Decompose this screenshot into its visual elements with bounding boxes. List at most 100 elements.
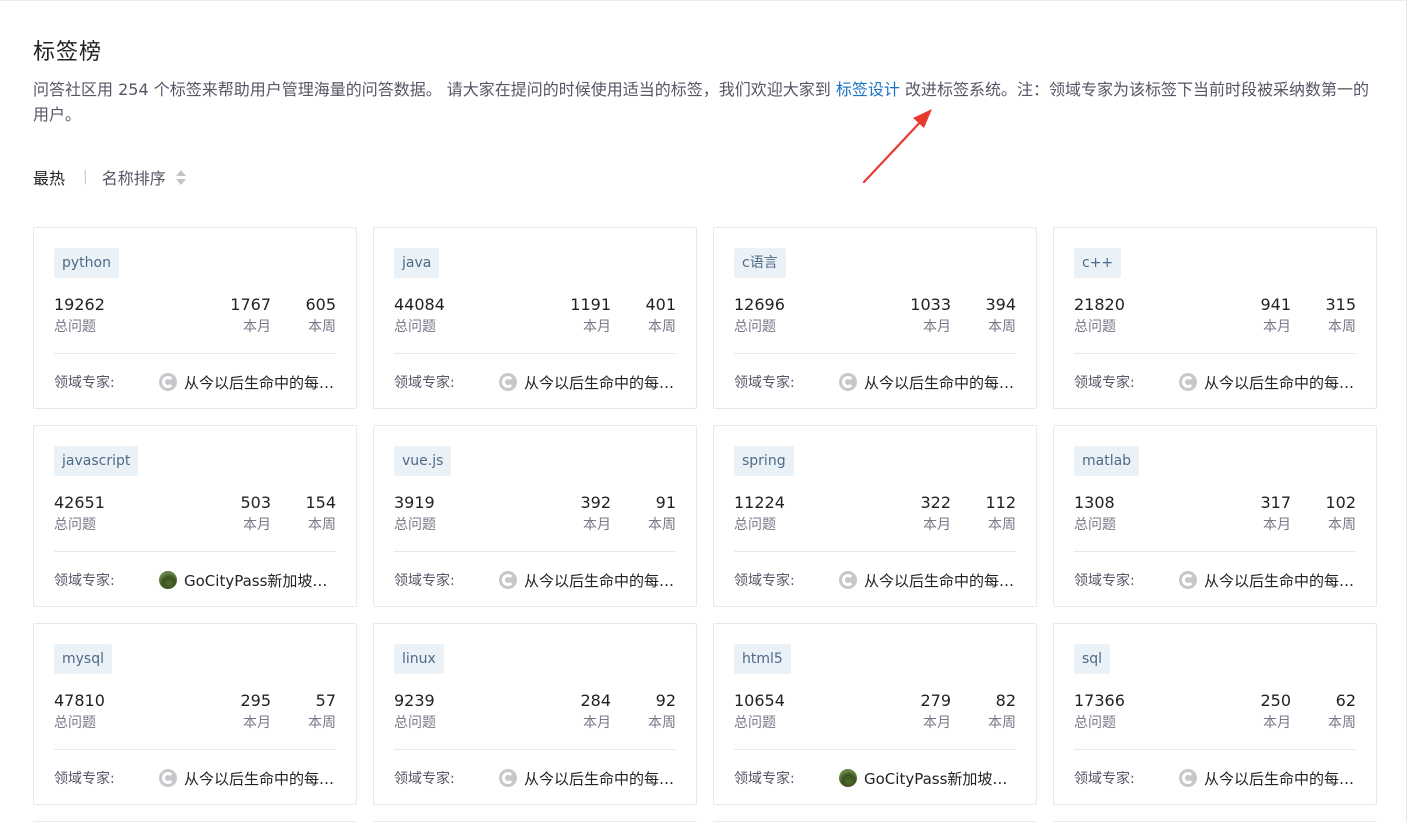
expert-label: 领域专家:: [54, 573, 115, 589]
stat-total: 11224 总问题: [734, 492, 785, 536]
avatar[interactable]: [499, 571, 517, 589]
expert-name[interactable]: 从今以后生命中的每一天: [1204, 768, 1356, 789]
tag-label[interactable]: spring: [734, 446, 794, 476]
tag-card[interactable]: c语言 12696 总问题 1033 本月 394 本周 领域专家: 从今以后生命中的每一天: [713, 227, 1037, 409]
month-label: 本月: [243, 715, 271, 731]
expert-name[interactable]: 从今以后生命中的每一天: [864, 570, 1016, 591]
domain-expert: 领域专家: 从今以后生命中的每一天: [54, 370, 336, 394]
tag-label[interactable]: java: [394, 248, 440, 278]
month-count: 1191: [570, 295, 611, 314]
tag-label[interactable]: c++: [1074, 248, 1122, 278]
tag-card[interactable]: mysql 47810 总问题 295 本月 57 本周 领域专家: 从今以后生命中的每一天: [33, 623, 357, 805]
stat-total: 21820 总问题: [1074, 294, 1125, 338]
card-divider: [394, 551, 676, 552]
week-count: 112: [985, 493, 1016, 512]
tag-label[interactable]: python: [54, 248, 119, 278]
tag-card[interactable]: matlab 1308 总问题 317 本月 102 本周 领域专家: 从今以后生命中的每一天: [1053, 425, 1377, 607]
expert-name[interactable]: 从今以后生命中的每一天: [864, 372, 1016, 393]
expert-name[interactable]: 从今以后生命中的每一天: [524, 768, 676, 789]
tag-card[interactable]: vue.js 3919 总问题 392 本月 91 本周 领域专家: 从今以后生命中的每一天: [373, 425, 697, 607]
tag-label[interactable]: linux: [394, 644, 444, 674]
week-count: 82: [995, 691, 1016, 710]
tag-card[interactable]: c++ 21820 总问题 941 本月 315 本周 领域专家: 从今以后生命中的每一天: [1053, 227, 1377, 409]
total-label: 总问题: [1074, 319, 1116, 335]
sort-hot-tab[interactable]: 最热: [33, 165, 65, 189]
tag-card[interactable]: linux 9239 总问题 284 本月 92 本周 领域专家: 从今以后生命中的每一天: [373, 623, 697, 805]
stat-month: 317 本月: [1260, 492, 1291, 536]
week-count: 92: [655, 691, 676, 710]
stat-week: 82 本周: [988, 690, 1016, 734]
card-divider: [734, 749, 1016, 750]
tag-label[interactable]: vue.js: [394, 446, 452, 476]
avatar[interactable]: [1179, 373, 1197, 391]
stat-month: 1191 本月: [570, 294, 611, 338]
week-count: 605: [305, 295, 336, 314]
tag-card[interactable]: java 44084 总问题 1191 本月 401 本周 领域专家: 从今以后生命中的每一天: [373, 227, 697, 409]
avatar[interactable]: [159, 571, 177, 589]
tag-label[interactable]: javascript: [54, 446, 139, 476]
tag-stats: 1308 总问题 317 本月 102 本周: [1074, 492, 1356, 536]
week-count: 102: [1325, 493, 1356, 512]
tag-card[interactable]: spring 11224 总问题 322 本月 112 本周 领域专家: 从今以后生命中的每一天: [713, 425, 1037, 607]
expert-name[interactable]: 从今以后生命中的每一天: [1204, 372, 1356, 393]
tag-label[interactable]: mysql: [54, 644, 112, 674]
month-label: 本月: [583, 517, 611, 533]
sort-by-name-tab[interactable]: 名称排序: [102, 165, 186, 189]
avatar[interactable]: [839, 769, 857, 787]
domain-expert: 领域专家: 从今以后生命中的每一天: [1074, 568, 1356, 592]
expert-name[interactable]: 从今以后生命中的每一天: [524, 372, 676, 393]
total-label: 总问题: [1074, 715, 1116, 731]
tag-label[interactable]: html5: [734, 644, 791, 674]
expert-label: 领域专家:: [1074, 573, 1135, 589]
avatar[interactable]: [1179, 571, 1197, 589]
tag-card[interactable]: html5 10654 总问题 279 本月 82 本周 领域专家: GoCityPass新加坡…: [713, 623, 1037, 805]
month-label: 本月: [583, 715, 611, 731]
avatar[interactable]: [159, 373, 177, 391]
expert-name[interactable]: 从今以后生命中的每一天: [524, 570, 676, 591]
week-label: 本周: [648, 715, 676, 731]
total-count: 12696: [734, 295, 785, 314]
month-label: 本月: [923, 319, 951, 335]
expert-name[interactable]: 从今以后生命中的每一天: [184, 768, 336, 789]
tag-card[interactable]: sql 17366 总问题 250 本月 62 本周 领域专家: 从今以后生命中的每一天: [1053, 623, 1377, 805]
avatar[interactable]: [839, 373, 857, 391]
expert-name[interactable]: GoCityPass新加坡通票: [184, 570, 336, 591]
domain-expert: 领域专家: 从今以后生命中的每一天: [1074, 766, 1356, 790]
tag-stats: 3919 总问题 392 本月 91 本周: [394, 492, 676, 536]
expert-label: 领域专家:: [394, 573, 455, 589]
tag-card[interactable]: python 19262 总问题 1767 本月 605 本周 领域专家: 从今以后生命中的每一…: [33, 227, 357, 409]
stat-total: 17366 总问题: [1074, 690, 1125, 734]
week-label: 本周: [648, 517, 676, 533]
tag-label[interactable]: matlab: [1074, 446, 1140, 476]
avatar[interactable]: [159, 769, 177, 787]
stat-month: 295 本月: [240, 690, 271, 734]
tag-stats: 12696 总问题 1033 本月 394 本周: [734, 294, 1016, 338]
week-count: 91: [655, 493, 676, 512]
tag-card[interactable]: javascript 42651 总问题 503 本月 154 本周领域专家: GoCityP…: [33, 425, 357, 607]
avatar[interactable]: [499, 373, 517, 391]
avatar[interactable]: [499, 769, 517, 787]
month-count: 284: [580, 691, 611, 710]
expert-name[interactable]: 从今以后生命中的每一天: [184, 372, 336, 393]
avatar[interactable]: [1179, 769, 1197, 787]
stat-week: 401 本周: [645, 294, 676, 338]
stat-month: 284 本月: [580, 690, 611, 734]
stat-week: 92 本周: [648, 690, 676, 734]
expert-name[interactable]: 从今以后生命中的每一天: [1204, 570, 1356, 591]
expert-label: 领域专家:: [54, 771, 115, 787]
tag-stats: 42651 总问题 503 本月 154 本周: [54, 492, 336, 536]
domain-expert: 领域专家: GoCityPass新加坡通票: [54, 568, 336, 592]
domain-expert: 领域专家: 从今以后生命中的每一天: [54, 766, 336, 790]
tag-stats: 11224 总问题 322 本月 112 本周: [734, 492, 1016, 536]
stat-week: 605 本周: [305, 294, 336, 338]
tag-label[interactable]: c语言: [734, 248, 786, 278]
avatar[interactable]: [839, 571, 857, 589]
expert-name[interactable]: GoCityPass新加坡通票: [864, 768, 1016, 789]
expert-label: 领域专家:: [54, 375, 115, 391]
week-count: 62: [1335, 691, 1356, 710]
tag-label[interactable]: sql: [1074, 644, 1111, 674]
tag-design-link[interactable]: 标签设计: [836, 80, 900, 99]
tag-stats: 9239 总问题 284 本月 92 本周: [394, 690, 676, 734]
stat-week: 394 本周: [985, 294, 1016, 338]
card-divider: [54, 749, 336, 750]
